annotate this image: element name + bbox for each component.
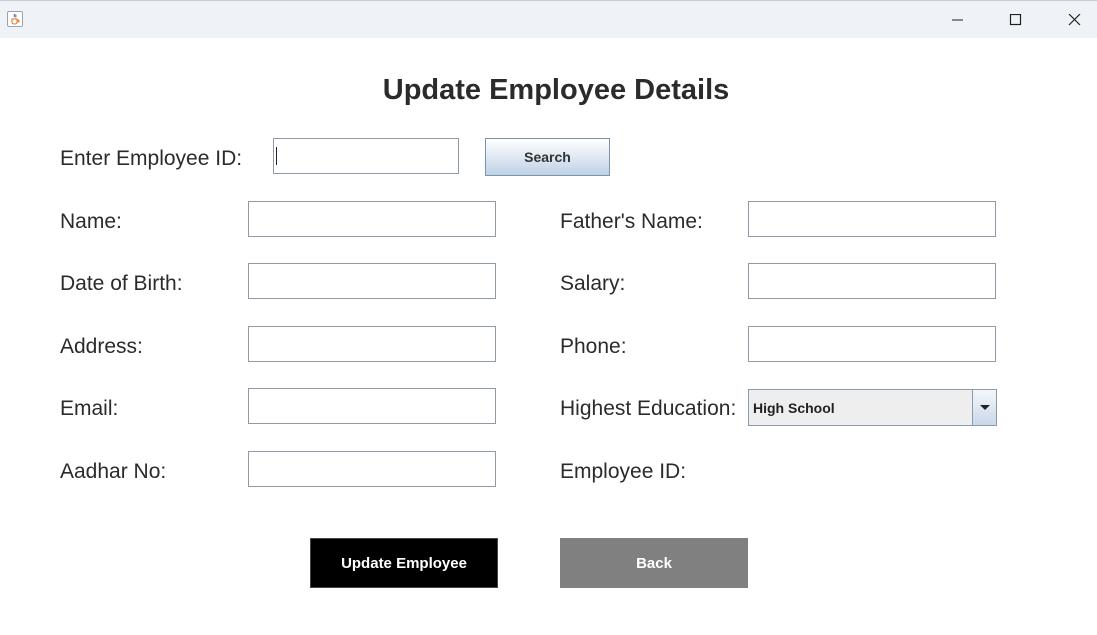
fathers-name-input[interactable] — [748, 201, 996, 237]
employee-id-value — [748, 460, 788, 484]
chevron-down-icon — [980, 405, 990, 410]
highest-education-select[interactable]: High School — [748, 389, 997, 426]
name-label: Name: — [60, 210, 122, 233]
aadhar-no-label: Aadhar No: — [60, 460, 167, 483]
back-button[interactable]: Back — [560, 538, 748, 588]
address-input[interactable] — [248, 326, 496, 362]
dropdown-arrow-button[interactable] — [972, 390, 996, 425]
java-cup-icon[interactable] — [7, 11, 23, 27]
aadhar-no-input[interactable] — [248, 451, 496, 487]
email-input[interactable] — [248, 388, 496, 424]
maximize-icon[interactable] — [1002, 9, 1030, 31]
close-icon[interactable] — [1061, 9, 1089, 31]
date-of-birth-input[interactable] — [248, 263, 496, 299]
update-employee-button[interactable]: Update Employee — [310, 538, 498, 588]
email-label: Email: — [60, 397, 119, 420]
minimize-icon[interactable] — [944, 9, 972, 31]
address-label: Address: — [60, 335, 143, 358]
fathers-name-label: Father's Name: — [560, 210, 703, 233]
phone-label: Phone: — [560, 335, 627, 358]
date-of-birth-label: Date of Birth: — [60, 272, 183, 295]
employee-id-label: Employee ID: — [560, 460, 687, 483]
salary-label: Salary: — [560, 272, 626, 295]
name-input[interactable] — [248, 201, 496, 237]
employee-id-search-label: Enter Employee ID: — [60, 147, 243, 170]
phone-input[interactable] — [748, 326, 996, 362]
salary-input[interactable] — [748, 263, 996, 299]
text-caret — [276, 147, 277, 165]
highest-education-label: Highest Education: — [560, 397, 737, 420]
search-button[interactable]: Search — [485, 138, 610, 176]
employee-id-search-input[interactable] — [273, 138, 459, 174]
title-bar — [0, 0, 1097, 38]
page-title: Update Employee Details — [382, 74, 730, 106]
highest-education-selected: High School — [753, 400, 835, 416]
